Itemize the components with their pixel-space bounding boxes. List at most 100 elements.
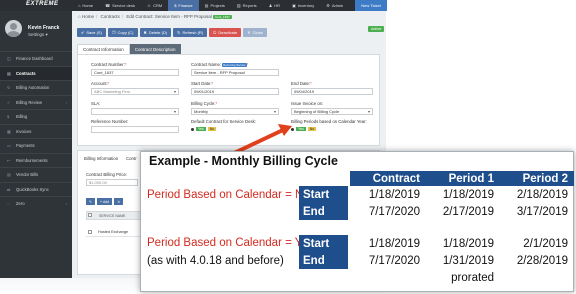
topnav-service-desk[interactable]: ☎ Service desk bbox=[99, 0, 141, 11]
topnav-reports[interactable]: ▥ Reports bbox=[231, 0, 263, 11]
row-label-end: End bbox=[299, 203, 348, 220]
users-icon: ☺ bbox=[146, 3, 152, 8]
close-label: Close bbox=[252, 30, 263, 35]
breadcrumb-separator: / bbox=[96, 14, 98, 19]
billing-cycle-select[interactable]: Monthly bbox=[191, 108, 279, 115]
delete-row-button[interactable]: ✕ bbox=[114, 198, 124, 205]
end-date-field[interactable]: 09/04/2019 bbox=[291, 88, 373, 95]
column-header-period-1: Period 1 bbox=[448, 172, 494, 185]
delete-button[interactable]: ✖ Delete (D) bbox=[139, 28, 172, 37]
tab-contract-information[interactable]: Contract Information bbox=[77, 44, 130, 54]
sidebar-item-finance-dashboard[interactable]: ◫ Finance Dashboard bbox=[0, 51, 72, 65]
topnav-hr[interactable]: ♟ HR bbox=[263, 0, 286, 11]
refresh-button[interactable]: ↻ Refresh (R) bbox=[173, 28, 208, 37]
sla-select[interactable] bbox=[91, 108, 179, 115]
topnav-label: CRM bbox=[153, 3, 163, 8]
case-calendar-yes-sublabel: (as with 4.0.18 and before) bbox=[147, 255, 284, 267]
pencil-icon: ✎ bbox=[89, 199, 92, 204]
dollar-icon: $ bbox=[174, 3, 177, 8]
cell-case1-start-contract: 1/18/2019 bbox=[368, 189, 420, 201]
copy-button[interactable]: ❐ Copy (C) bbox=[107, 28, 138, 37]
contract-name-label: Contract Name: Recurring Service* bbox=[191, 62, 248, 67]
top-nav: ⌂ Home ☎ Service desk ☺ CRM $ Finance ▤ Projects ▥… bbox=[72, 0, 387, 11]
topnav-inventory[interactable]: ▣ Inventory bbox=[286, 0, 320, 11]
row-checkbox[interactable] bbox=[88, 230, 92, 234]
tab-contract-description[interactable]: Contract Description bbox=[129, 44, 181, 54]
sidebar-item-zero[interactable]: ◌ Zero ‹ bbox=[0, 196, 72, 210]
topnav-finance[interactable]: $ Finance bbox=[168, 0, 199, 11]
sidebar-item-vendor-bills[interactable]: ▤ Vendor Bills bbox=[0, 167, 72, 181]
plus-icon: + bbox=[99, 199, 102, 204]
sidebar-item-label: Vendor Bills bbox=[16, 172, 39, 177]
cell-case1-start-period2: 2/18/2019 bbox=[516, 189, 568, 201]
sidebar-item-label: Payments bbox=[16, 143, 35, 148]
radio-dot bbox=[191, 127, 194, 131]
user-profile[interactable]: Kevin Franck Settings ▾ bbox=[0, 11, 72, 51]
reference-number-label: Reference Number: bbox=[91, 119, 129, 124]
topnav-admin[interactable]: ⚙ Admin bbox=[320, 0, 349, 11]
start-date-field[interactable]: 09/01/2019 bbox=[191, 88, 279, 95]
check-icon: ✓ bbox=[7, 99, 11, 105]
issue-invoice-select[interactable]: Beginning of Billing Cycle bbox=[291, 108, 373, 115]
sidebar-item-billing-automation[interactable]: ↻ Billing Automation bbox=[0, 80, 72, 94]
no-option[interactable]: No bbox=[207, 127, 217, 131]
service-table-header: SERVICE NAME bbox=[86, 211, 146, 220]
table-row[interactable]: Hosted Exchange bbox=[86, 228, 146, 237]
edit-button[interactable]: ✎ bbox=[86, 198, 95, 205]
required-marker: * bbox=[211, 81, 214, 86]
breadcrumb-home[interactable]: Home bbox=[82, 14, 94, 19]
label-text: Start Date: bbox=[191, 81, 212, 86]
sidebar-item-invoices[interactable]: ▦ Invoices bbox=[0, 123, 72, 138]
tab-billing-information[interactable]: Billing Information bbox=[84, 156, 118, 161]
close-button[interactable]: ✕ Close bbox=[243, 28, 267, 37]
sidebar-item-label: Contracts bbox=[16, 70, 36, 76]
topnav-projects[interactable]: ▤ Projects bbox=[199, 0, 231, 11]
contract-number-field[interactable]: Cont_1637 bbox=[91, 69, 179, 76]
sidebar-item-reimbursements[interactable]: ↩ Reimbursements bbox=[0, 152, 72, 167]
account-label: Account:* bbox=[91, 81, 109, 86]
billing-actions: ✎ + Add ✕ bbox=[86, 198, 124, 205]
sidebar-item-payments[interactable]: ▭ Payments bbox=[0, 138, 72, 152]
deactivate-button[interactable]: ⏻ Deactivate bbox=[209, 28, 242, 37]
billing-periods-calendar-label: Billing Periods based on Calendar Year: bbox=[291, 119, 367, 124]
account-select[interactable]: ABC Marketing Firm bbox=[91, 88, 179, 95]
sidebar-item-billing[interactable]: $ Billing bbox=[0, 109, 72, 123]
example-title: Example - Monthly Billing Cycle bbox=[149, 154, 338, 168]
avatar[interactable] bbox=[5, 20, 22, 37]
topnav-label: Service desk bbox=[112, 3, 135, 8]
yes-option[interactable]: Yes bbox=[296, 127, 306, 131]
cell-case2-start-period2: 2/1/2019 bbox=[523, 238, 568, 250]
topnav-crm[interactable]: ☺ CRM bbox=[141, 0, 168, 11]
save-button[interactable]: ✔ Save (S) bbox=[77, 28, 106, 37]
tab-contract-other[interactable]: Contr bbox=[126, 156, 137, 161]
contract-name-field[interactable]: Service Item - RFP Proposal bbox=[191, 69, 279, 76]
sidebar-item-label: Reimbursements bbox=[16, 157, 48, 163]
billing-cycle-label: Billing Cycle:* bbox=[191, 101, 217, 106]
billing-periods-calendar-toggle[interactable]: Yes No bbox=[291, 127, 317, 131]
yes-option[interactable]: Yes bbox=[196, 127, 206, 131]
topnav-home[interactable]: ⌂ Home bbox=[72, 0, 99, 11]
card-icon: ▭ bbox=[7, 143, 11, 148]
sidebar-item-quickbooks-sync[interactable]: ⇄ QuickBooks Sync bbox=[0, 181, 72, 196]
close-icon: ✖ bbox=[143, 30, 147, 35]
default-contract-toggle[interactable]: Yes No bbox=[191, 127, 217, 131]
sidebar-item-contracts[interactable]: ▤ Contracts bbox=[0, 65, 72, 80]
sidebar-item-billing-review[interactable]: ✓ Billing Review ‹ bbox=[0, 94, 72, 109]
copy-label: Copy (C) bbox=[117, 30, 134, 35]
add-button[interactable]: + Add bbox=[96, 198, 113, 205]
zero-icon: ◌ bbox=[7, 201, 10, 206]
reference-number-field[interactable] bbox=[91, 126, 179, 133]
no-option[interactable]: No bbox=[307, 127, 317, 131]
cell-case2-start-contract: 1/18/2019 bbox=[368, 238, 420, 250]
app-logo[interactable]: EXTREME bbox=[26, 1, 59, 7]
refresh-label: Refresh (R) bbox=[182, 30, 204, 35]
new-ticket-button[interactable]: New Ticket bbox=[355, 0, 387, 11]
row-label-start: Start bbox=[299, 186, 348, 203]
sidebar-item-label: Finance Dashboard bbox=[16, 56, 53, 61]
select-all-checkbox[interactable] bbox=[88, 213, 92, 217]
breadcrumb-contracts[interactable]: Contracts bbox=[101, 14, 120, 19]
user-settings-dropdown[interactable]: Settings ▾ bbox=[28, 32, 48, 38]
billing-price-field[interactable]: $1,000.00 bbox=[86, 179, 138, 186]
cell-case1-end-period1: 2/17/2019 bbox=[442, 206, 494, 218]
sidebar-item-label: QuickBooks Sync bbox=[16, 186, 49, 192]
